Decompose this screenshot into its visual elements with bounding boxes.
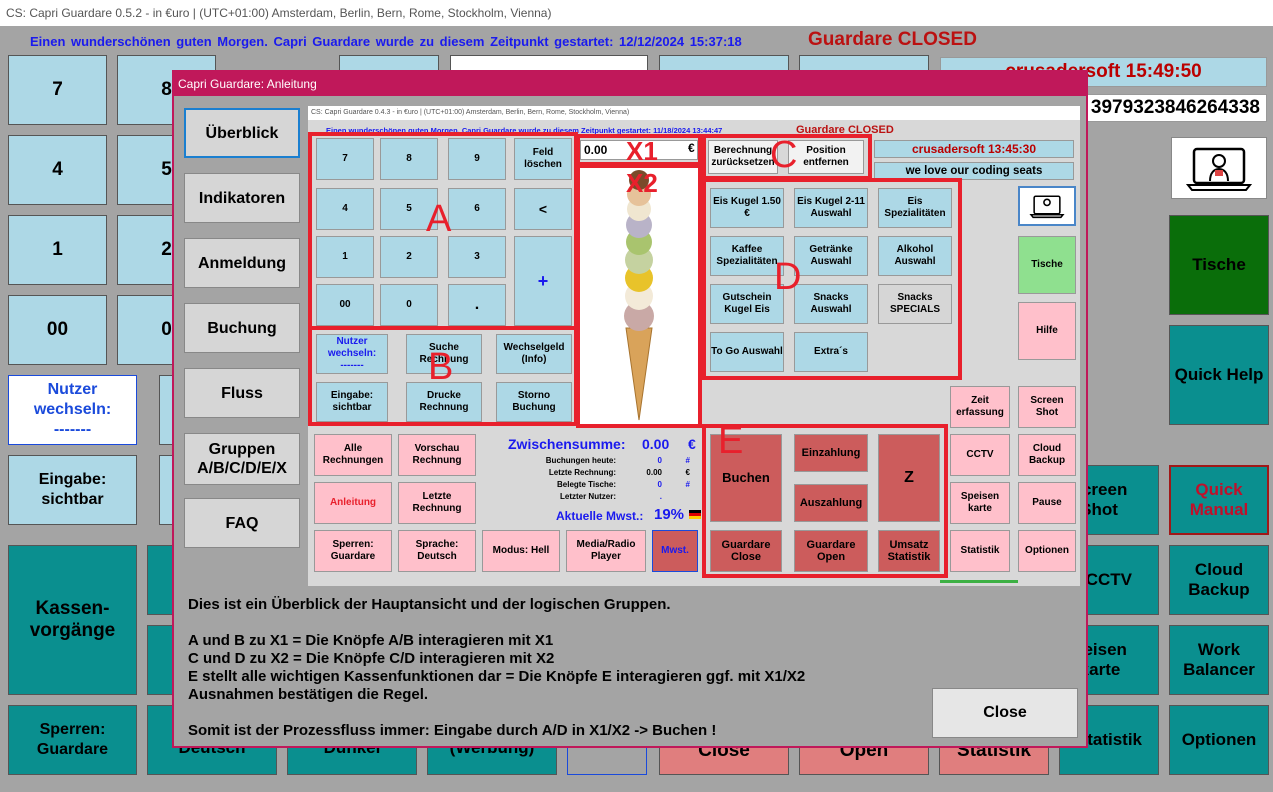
shot-button: Alle Rechnungen bbox=[314, 434, 392, 476]
shot-clock: crusadersoft 13:45:30 bbox=[874, 140, 1074, 158]
shot-euro-2: € bbox=[688, 436, 696, 452]
shot-button: Sperren: Guardare bbox=[314, 530, 392, 572]
shot-button: Pause bbox=[1018, 482, 1076, 524]
description-text: Dies ist ein Überblick der Hauptansicht … bbox=[188, 596, 806, 739]
label-a: A bbox=[426, 198, 452, 240]
shot-button: Zeit erfassung bbox=[950, 386, 1010, 428]
shot-button: Optionen bbox=[1018, 530, 1076, 572]
shot-button: Speisen karte bbox=[950, 482, 1010, 524]
shot-button: Screen Shot bbox=[1018, 386, 1076, 428]
shot-button: CCTV bbox=[950, 434, 1010, 476]
nav-fluss[interactable]: Fluss bbox=[184, 368, 300, 418]
shot-button: Modus: Hell bbox=[482, 530, 560, 572]
shot-button: Anleitung bbox=[314, 482, 392, 524]
dialog-title: Capri Guardare: Anleitung bbox=[174, 72, 1086, 96]
nav-faq[interactable]: FAQ bbox=[184, 498, 300, 548]
nav-gruppen[interactable]: Gruppen A/B/C/D/E/X bbox=[184, 433, 300, 485]
sperren-button[interactable]: Sperren: Guardare bbox=[8, 705, 137, 775]
overview-image: CS: Capri Guardare 0.4.3 - in €uro | (UT… bbox=[308, 106, 1080, 586]
shot-button: Sprache: Deutsch bbox=[398, 530, 476, 572]
nav-buchung[interactable]: Buchung bbox=[184, 303, 300, 353]
anleitung-dialog: Capri Guardare: Anleitung Überblick Indi… bbox=[172, 70, 1088, 748]
shot-button: Vorschau Rechnung bbox=[398, 434, 476, 476]
shot-tische: Tische bbox=[1018, 236, 1076, 294]
shot-progress-bar bbox=[940, 580, 1018, 583]
close-button[interactable]: Close bbox=[932, 688, 1078, 738]
quick-help-button[interactable]: Quick Help bbox=[1169, 325, 1269, 425]
label-c: C bbox=[770, 134, 798, 176]
shot-hilfe: Hilfe bbox=[1018, 302, 1076, 360]
shot-button: Mwst. bbox=[652, 530, 698, 572]
nav-indikatoren[interactable]: Indikatoren bbox=[184, 173, 300, 223]
nutzer-wechseln-button[interactable]: Nutzer wechseln: ------- bbox=[8, 375, 137, 445]
status-text: Guardare CLOSED bbox=[808, 29, 977, 50]
nav-ueberblick[interactable]: Überblick bbox=[184, 108, 300, 158]
shot-button: Cloud Backup bbox=[1018, 434, 1076, 476]
label-x1: X1 bbox=[626, 136, 658, 166]
key-4[interactable]: 4 bbox=[8, 135, 107, 205]
shot-zwischensumme-label: Zwischensumme: bbox=[508, 436, 626, 452]
nav-anmeldung[interactable]: Anmeldung bbox=[184, 238, 300, 288]
kassenvorgaenge-button[interactable]: Kassen-vorgänge bbox=[8, 545, 137, 695]
window-title: CS: Capri Guardare 0.5.2 - in €uro | (UT… bbox=[0, 0, 1273, 26]
work-balancer-button[interactable]: Work Balancer bbox=[1169, 625, 1269, 695]
shot-logo-icon bbox=[1018, 186, 1076, 226]
group-x2-box bbox=[576, 164, 702, 428]
optionen-button[interactable]: Optionen bbox=[1169, 705, 1269, 775]
greeting-text: Einen wunderschönen guten Morgen. Capri … bbox=[30, 34, 742, 49]
label-e: E bbox=[718, 420, 744, 462]
quick-manual-button[interactable]: Quick Manual bbox=[1169, 465, 1269, 535]
cloud-backup-button[interactable]: Cloud Backup bbox=[1169, 545, 1269, 615]
key-00[interactable]: 00 bbox=[8, 295, 107, 365]
flag-de-icon bbox=[689, 510, 701, 519]
key-7[interactable]: 7 bbox=[8, 55, 107, 125]
shot-stats: Buchungen heute: 0 # Letzte Rechnung: 0.00 €… bbox=[545, 456, 690, 501]
logo-icon bbox=[1171, 137, 1267, 199]
shot-button: Letzte Rechnung bbox=[398, 482, 476, 524]
shot-button: Statistik bbox=[950, 530, 1010, 572]
label-d: D bbox=[774, 256, 802, 298]
shot-mwst-label: Aktuelle Mwst.: bbox=[556, 509, 644, 523]
label-b: B bbox=[428, 346, 454, 388]
shot-zwischensumme-value: 0.00 bbox=[642, 436, 670, 452]
key-1[interactable]: 1 bbox=[8, 215, 107, 285]
shot-button: Media/Radio Player bbox=[566, 530, 646, 572]
group-d-box bbox=[702, 178, 962, 380]
shot-mwst-value: 19% bbox=[654, 506, 685, 523]
eingabe-button[interactable]: Eingabe: sichtbar bbox=[8, 455, 137, 525]
tische-button[interactable]: Tische bbox=[1169, 215, 1269, 315]
label-x2: X2 bbox=[626, 168, 658, 198]
shot-title: CS: Capri Guardare 0.4.3 - in €uro | (UT… bbox=[308, 106, 1080, 120]
